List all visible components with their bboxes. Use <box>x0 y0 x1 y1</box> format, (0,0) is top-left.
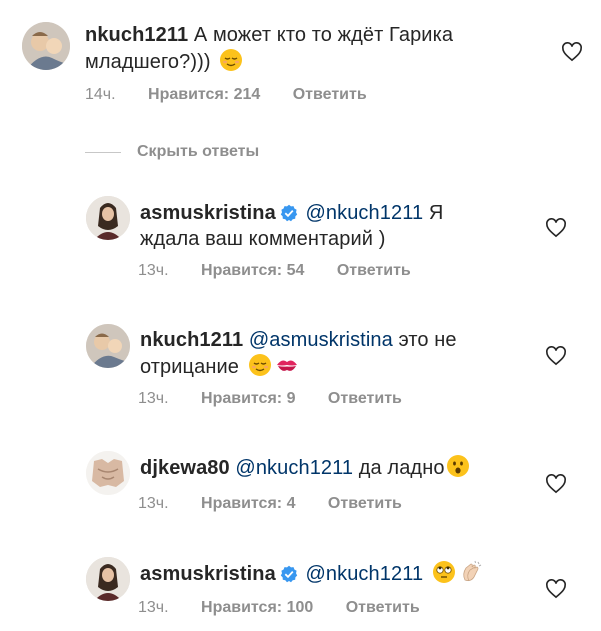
like-heart-icon[interactable] <box>545 474 567 494</box>
rolling-eyes-face-icon <box>432 561 455 583</box>
comment-meta: 13ч. Нравится: 54 Ответить <box>138 261 439 281</box>
avatar[interactable] <box>86 557 130 601</box>
comment-username[interactable]: nkuch1211 <box>140 329 243 351</box>
comment-mention-link[interactable]: @nkuch1211 <box>235 457 353 479</box>
relieved-face-icon <box>248 354 271 376</box>
like-heart-icon[interactable] <box>545 579 567 599</box>
comment-meta: 13ч. Нравится: 9 Ответить <box>138 389 430 409</box>
comment-mention-link[interactable]: @nkuch1211 <box>305 563 423 585</box>
comment-meta: 13ч. Нравится: 4 Ответить <box>138 494 430 514</box>
comment-text: nkuch1211 А может кто то ждёт Гарика мла… <box>85 22 515 75</box>
relieved-face-icon <box>220 49 243 71</box>
comment-text: nkuch1211 @asmuskristina это не отрицани… <box>140 327 500 380</box>
avatar[interactable] <box>86 451 130 495</box>
hide-replies-label: Скрыть ответы <box>137 143 260 160</box>
comment-username[interactable]: asmuskristina <box>140 202 276 224</box>
avatar-photo-icon <box>86 557 130 601</box>
comment-reply-button[interactable]: Ответить <box>328 495 402 512</box>
avatar[interactable] <box>22 22 70 70</box>
verified-badge-icon <box>280 204 298 222</box>
avatar-photo-icon <box>86 324 130 368</box>
avatar-photo-icon <box>86 196 130 240</box>
like-heart-icon[interactable] <box>561 42 583 62</box>
comment-likes-button[interactable]: Нравится: 9 <box>201 390 295 407</box>
comment-username[interactable]: djkewa80 <box>140 457 230 479</box>
verified-badge-icon <box>280 565 298 583</box>
comment-time: 13ч. <box>138 599 169 616</box>
comment-username[interactable]: asmuskristina <box>140 563 276 585</box>
avatar-photo-icon <box>22 22 70 70</box>
comment-text: asmuskristina @nkuch1211 Я ждала ваш ком… <box>140 200 470 252</box>
hushed-face-icon <box>446 455 469 477</box>
comment-reply-button[interactable]: Ответить <box>346 599 420 616</box>
comment-reply-button[interactable]: Ответить <box>328 390 402 407</box>
comment-time: 14ч. <box>85 86 116 103</box>
comment-username[interactable]: nkuch1211 <box>85 24 188 46</box>
comment-likes-button[interactable]: Нравится: 54 <box>201 262 304 279</box>
divider-line <box>85 151 121 153</box>
comment-likes-button[interactable]: Нравится: 4 <box>201 495 295 512</box>
like-heart-icon[interactable] <box>545 218 567 238</box>
comment-reply-button[interactable]: Ответить <box>293 86 367 103</box>
like-heart-icon[interactable] <box>545 346 567 366</box>
avatar[interactable] <box>86 324 130 368</box>
comment-body: да ладно <box>358 457 445 479</box>
hide-replies-button[interactable]: Скрыть ответы <box>85 142 259 162</box>
kiss-mark-icon <box>276 360 297 371</box>
comment-time: 13ч. <box>138 390 169 407</box>
comment-meta: 14ч. Нравится: 214 Ответить <box>85 85 395 105</box>
comment-mention-link[interactable]: @nkuch1211 <box>305 202 423 224</box>
comment-meta: 13ч. Нравится: 100 Ответить <box>138 598 448 618</box>
avatar-photo-icon <box>86 451 130 495</box>
comment-likes-button[interactable]: Нравится: 214 <box>148 86 260 103</box>
comment-text: djkewa80 @nkuch1211 да ладно <box>140 454 520 481</box>
comment-text: asmuskristina @nkuch1211 <box>140 560 520 587</box>
clapping-hands-icon <box>463 560 482 582</box>
comment-mention-link[interactable]: @asmuskristina <box>249 329 393 351</box>
avatar[interactable] <box>86 196 130 240</box>
comment-time: 13ч. <box>138 262 169 279</box>
comment-time: 13ч. <box>138 495 169 512</box>
comment-reply-button[interactable]: Ответить <box>337 262 411 279</box>
comment-likes-button[interactable]: Нравится: 100 <box>201 599 313 616</box>
